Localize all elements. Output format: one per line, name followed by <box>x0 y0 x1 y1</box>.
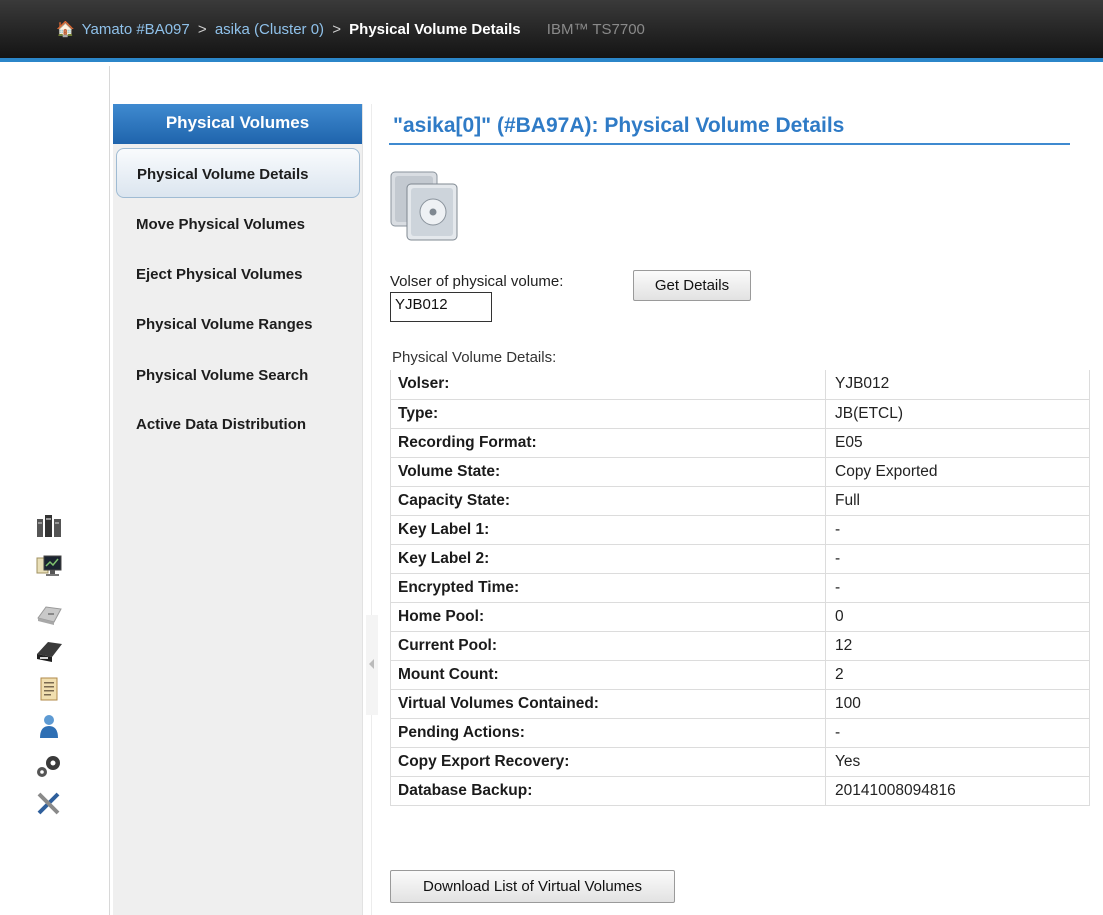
breadcrumb-separator: > <box>332 21 341 38</box>
home-icon[interactable]: 🏠 <box>56 21 75 38</box>
detail-key: Database Backup: <box>390 776 826 806</box>
detail-key: Volser: <box>390 370 826 400</box>
nav-item-label: Physical Volume Search <box>136 367 309 384</box>
detail-value: Yes <box>825 747 1090 777</box>
breadcrumb: 🏠 Yamato #BA097 > asika (Cluster 0) > Ph… <box>56 20 645 38</box>
breadcrumb-current: Physical Volume Details <box>349 21 521 38</box>
volser-input[interactable] <box>390 292 492 322</box>
breadcrumb-separator: > <box>197 21 207 38</box>
nav-item-label: Move Physical Volumes <box>136 216 305 233</box>
detail-key: Home Pool: <box>390 602 826 632</box>
service-tools-icon[interactable] <box>34 788 64 818</box>
detail-value: 0 <box>825 602 1090 632</box>
detail-value: E05 <box>825 428 1090 458</box>
detail-key: Type: <box>390 399 826 429</box>
detail-value: - <box>825 544 1090 574</box>
monitor-icon[interactable] <box>34 551 64 581</box>
logs-icon[interactable] <box>34 674 64 704</box>
table-row: Volser: YJB012 <box>390 370 1090 400</box>
table-row: Key Label 2: - <box>390 544 1090 574</box>
detail-value: - <box>825 573 1090 603</box>
detail-value: Copy Exported <box>825 457 1090 487</box>
detail-value: JB(ETCL) <box>825 399 1090 429</box>
product-name: IBM™ TS7700 <box>546 21 645 38</box>
detail-value: 100 <box>825 689 1090 719</box>
detail-key: Pending Actions: <box>390 718 826 748</box>
physical-volume-icon <box>390 171 458 241</box>
detail-key: Copy Export Recovery: <box>390 747 826 777</box>
table-row: Type: JB(ETCL) <box>390 399 1090 429</box>
table-row: Current Pool: 12 <box>390 631 1090 661</box>
nav-item-label: Physical Volume Details <box>137 166 309 183</box>
cluster-icon[interactable] <box>34 510 64 540</box>
settings-gears-icon[interactable] <box>34 751 64 781</box>
nav-item-label: Physical Volume Ranges <box>136 316 313 333</box>
collapse-arrow-icon <box>369 659 374 669</box>
detail-key: Key Label 2: <box>390 544 826 574</box>
page-title: "asika[0]" (#BA97A): Physical Volume Det… <box>393 114 845 137</box>
nav-header: Physical Volumes <box>113 104 362 144</box>
download-virtual-volumes-button[interactable]: Download List of Virtual Volumes <box>390 870 675 903</box>
table-row: Key Label 1: - <box>390 515 1090 545</box>
physical-drive-icon[interactable] <box>34 636 64 666</box>
detail-key: Volume State: <box>390 457 826 487</box>
table-row: Pending Actions: - <box>390 718 1090 748</box>
detail-key: Key Label 1: <box>390 515 826 545</box>
breadcrumb-link-system[interactable]: Yamato #BA097 <box>82 21 190 38</box>
detail-value: YJB012 <box>825 370 1090 400</box>
volser-label: Volser of physical volume: <box>390 273 564 290</box>
detail-value: 12 <box>825 631 1090 661</box>
table-row: Capacity State: Full <box>390 486 1090 516</box>
detail-value: - <box>825 515 1090 545</box>
nav-item-label: Eject Physical Volumes <box>136 266 303 283</box>
detail-value: 20141008094816 <box>825 776 1090 806</box>
details-caption: Physical Volume Details: <box>392 349 557 366</box>
detail-key: Encrypted Time: <box>390 573 826 603</box>
table-row: Virtual Volumes Contained: 100 <box>390 689 1090 719</box>
table-row: Encrypted Time: - <box>390 573 1090 603</box>
detail-key: Recording Format: <box>390 428 826 458</box>
table-row: Copy Export Recovery: Yes <box>390 747 1090 777</box>
title-divider <box>389 143 1070 145</box>
get-details-button[interactable]: Get Details <box>633 270 751 301</box>
pane-divider <box>371 104 372 915</box>
detail-key: Current Pool: <box>390 631 826 661</box>
sidebar-nav: Physical Volumes Physical Volume Details… <box>113 104 363 915</box>
icon-rail <box>0 66 110 915</box>
user-icon[interactable] <box>34 711 64 741</box>
top-bar: 🏠 Yamato #BA097 > asika (Cluster 0) > Ph… <box>0 0 1103 62</box>
detail-value: Full <box>825 486 1090 516</box>
collapse-splitter[interactable] <box>366 615 378 715</box>
detail-value: - <box>825 718 1090 748</box>
detail-value: 2 <box>825 660 1090 690</box>
table-row: Database Backup: 20141008094816 <box>390 776 1090 806</box>
breadcrumb-link-cluster[interactable]: asika (Cluster 0) <box>215 21 324 38</box>
table-row: Recording Format: E05 <box>390 428 1090 458</box>
table-row: Home Pool: 0 <box>390 602 1090 632</box>
table-row: Volume State: Copy Exported <box>390 457 1090 487</box>
detail-key: Capacity State: <box>390 486 826 516</box>
table-row: Mount Count: 2 <box>390 660 1090 690</box>
nav-item-label: Active Data Distribution <box>136 416 307 433</box>
nav-item-physical-volume-details[interactable]: Physical Volume Details <box>116 148 360 198</box>
detail-key: Mount Count: <box>390 660 826 690</box>
virtual-drive-icon[interactable] <box>34 598 64 628</box>
details-table: Volser: YJB012 Type: JB(ETCL) Recording Fo… <box>390 370 1090 806</box>
detail-key: Virtual Volumes Contained: <box>390 689 826 719</box>
